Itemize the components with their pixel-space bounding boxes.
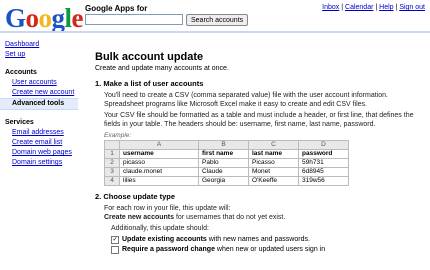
sidebar-item-email-addresses[interactable]: Email addresses [0,128,78,138]
separator: | [395,4,398,11]
step2-title: 2. Choose update type [95,192,176,201]
example-table: A B C D 1 username first name last name … [104,140,349,186]
step1-paragraph-1: You'll need to create a CSV (comma separ… [104,92,388,108]
table-cell: password [298,149,349,159]
sidebar-item-domain-web-pages[interactable]: Domain web pages [0,148,78,158]
row-number: 4 [104,176,120,186]
sidebar: Dashboard Set up Accounts User accounts … [0,40,78,168]
sidebar-item-set-up[interactable]: Set up [0,50,78,60]
separator: | [375,4,378,11]
calendar-link[interactable]: Calendar [345,4,373,11]
step2-line-2-rest: for usernames that do not yet exist. [174,213,286,221]
main-content: Bulk account update Create and update ma… [95,51,425,254]
row-number: 1 [104,149,120,159]
step1-title: 1. Make a list of user accounts [95,79,204,88]
table-cell: claude.monet [119,167,199,177]
option-label-bold: Update existing accounts [122,236,207,243]
row-number: 3 [104,167,120,177]
table-cell: 6d8945 [298,167,349,177]
google-logo[interactable]: Google [5,3,84,33]
table-cell: Pablo [198,158,249,168]
step2-line-3: Additionally, this update should: [111,225,209,232]
column-letter: B [198,140,249,150]
table-cell: picasso [119,158,199,168]
search-input[interactable] [85,14,183,25]
update-existing-checkbox[interactable]: ✓ [111,235,119,244]
page-subtitle: Create and update many accounts at once. [95,65,229,72]
search-accounts-button[interactable]: Search accounts [186,14,249,26]
table-row: 4 lilies Georgia O'Keeffe 319w56 [104,176,349,186]
table-cell: 319w56 [298,176,349,186]
table-corner-cell [104,140,120,150]
sidebar-heading-accounts: Accounts [5,69,37,76]
product-name: Google Apps for [85,4,148,13]
option-label-rest: with new names and passwords. [206,236,310,243]
table-cell: 59h731 [298,158,349,168]
sidebar-item-advanced-tools[interactable]: Advanced tools [0,98,78,110]
help-link[interactable]: Help [379,4,393,11]
table-cell: Monet [248,167,299,177]
option-require-password-change: Require a password change when new or up… [95,245,425,254]
logo-letter: o [25,3,40,33]
step2-line-2-bold: Create new accounts [104,213,175,221]
option-update-existing: ✓ Update existing accounts with new name… [95,235,425,244]
table-column-letters: A B C D [104,140,349,150]
table-cell: Georgia [198,176,249,186]
table-cell: Picasso [248,158,299,168]
require-password-change-checkbox[interactable] [111,245,119,254]
separator: | [341,4,344,11]
option-label-rest: when new or updated users sign in [214,246,326,253]
logo-letter: l [64,3,73,33]
table-cell: lilies [119,176,199,186]
sidebar-heading-services: Services [5,119,34,126]
sidebar-item-dashboard[interactable]: Dashboard [0,40,78,50]
page-title: Bulk account update [95,51,204,63]
logo-letter: e [71,3,84,33]
table-cell: first name [198,149,249,159]
sidebar-item-domain-settings[interactable]: Domain settings [0,158,78,168]
table-cell: last name [248,149,299,159]
table-row: 3 claude.monet Claude Monet 6d8945 [104,167,349,177]
option-label: Update existing accounts with new names … [122,236,310,243]
logo-letter: G [5,3,26,33]
inbox-link[interactable]: Inbox [322,4,339,11]
table-row: 1 username first name last name password [104,149,349,159]
sidebar-item-create-email-list[interactable]: Create email list [0,138,78,148]
sidebar-item-create-new-account[interactable]: Create new account [0,88,78,98]
sidebar-item-user-accounts[interactable]: User accounts [0,78,78,88]
top-links: Inbox | Calendar | Help | Sign out [322,4,425,11]
step2-line-1: For each row in your file, this update w… [104,205,231,212]
row-number: 2 [104,158,120,168]
step2-line-2: Create new accounts for usernames that d… [95,214,425,223]
table-cell: username [119,149,199,159]
table-cell: O'Keeffe [248,176,299,186]
header-divider [0,31,430,33]
example-label: Example: [104,132,132,139]
logo-letter: o [38,3,53,33]
step1-paragraph-2: Your CSV file should be formatted as a t… [104,112,414,128]
column-letter: C [248,140,299,150]
search-row: Search accounts [85,14,249,26]
logo-letter: g [51,3,66,33]
table-cell: Claude [198,167,249,177]
table-row: 2 picasso Pablo Picasso 59h731 [104,158,349,168]
column-letter: A [119,140,199,150]
sign-out-link[interactable]: Sign out [399,4,425,11]
option-label-bold: Require a password change [122,246,215,253]
column-letter: D [298,140,349,150]
option-label: Require a password change when new or up… [122,246,325,253]
